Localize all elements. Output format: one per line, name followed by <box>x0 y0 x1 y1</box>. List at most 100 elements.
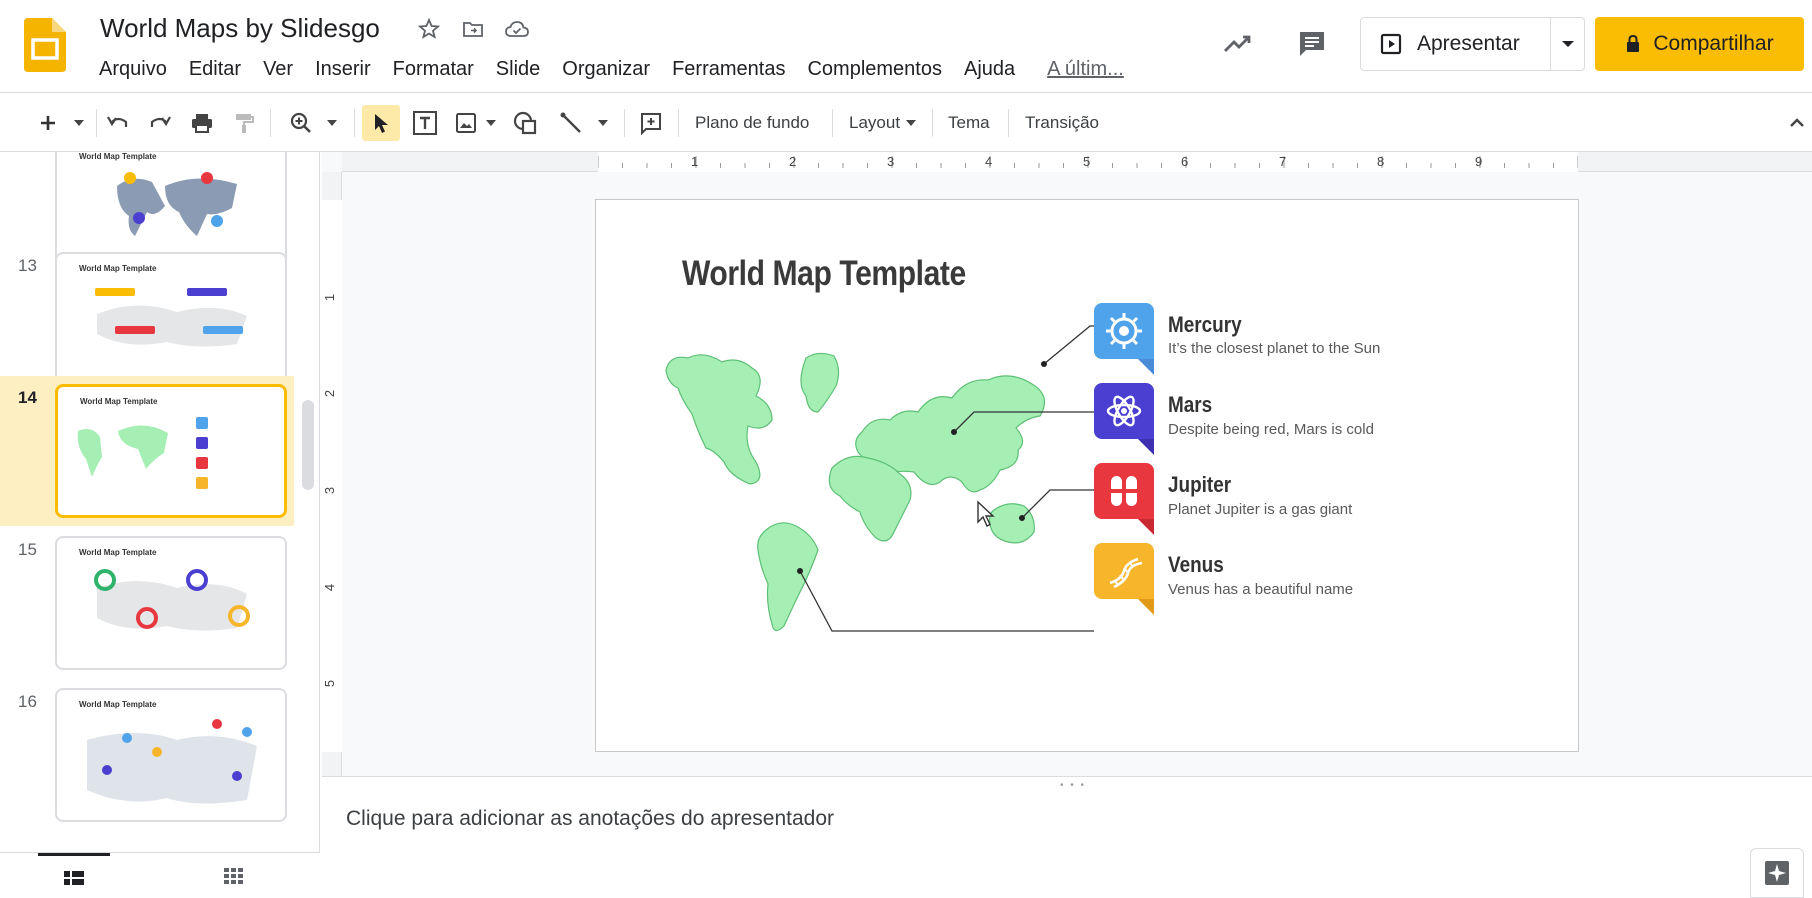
document-title[interactable]: World Maps by Slidesgo <box>100 13 380 44</box>
filmstrip-scrollbar[interactable] <box>302 400 314 490</box>
slides-logo-icon[interactable] <box>24 18 66 72</box>
chevron-down-icon <box>1561 41 1574 47</box>
menu-inserir[interactable]: Inserir <box>304 56 382 82</box>
menu-arquivo[interactable]: Arquivo <box>88 56 178 82</box>
ruler-label: 1 <box>322 293 338 302</box>
speaker-notes-placeholder[interactable]: Clique para adicionar as anotações do ap… <box>346 807 834 831</box>
slide[interactable]: World Map Template Mercury It’s the clos… <box>595 199 1579 752</box>
layout-dropdown[interactable] <box>904 107 918 139</box>
transition-button[interactable]: Transição <box>1025 107 1099 139</box>
ruler-label: 4 <box>322 583 338 592</box>
present-dropdown[interactable] <box>1551 18 1584 70</box>
thumb-world-map-graphic <box>77 417 208 489</box>
undo-button[interactable] <box>104 107 132 139</box>
chevron-up-icon <box>1790 118 1804 127</box>
mouse-pointer-icon <box>977 500 995 527</box>
ruler-label: 2 <box>322 389 338 398</box>
line-dropdown[interactable] <box>594 107 612 139</box>
plus-icon <box>41 116 55 130</box>
menu-complementos[interactable]: Complementos <box>796 56 953 82</box>
move-folder-icon[interactable] <box>460 16 486 42</box>
print-icon <box>192 114 212 133</box>
slide-number: 16 <box>18 692 37 711</box>
text-box-button[interactable] <box>410 107 440 139</box>
menu-ver[interactable]: Ver <box>252 56 304 82</box>
last-edit-link[interactable]: A últim... <box>1036 56 1135 82</box>
planet-name[interactable]: Jupiter <box>1168 472 1231 498</box>
star-icon[interactable] <box>416 16 442 42</box>
slide-thumbnail[interactable]: World Map Template <box>55 536 287 670</box>
explore-button[interactable] <box>1750 848 1804 898</box>
horizontal-ruler-page-area: 1 2 3 4 5 6 7 8 9 <box>598 152 1578 172</box>
present-icon <box>1380 33 1402 55</box>
toolbar-divider <box>832 109 833 137</box>
slide-thumbnail[interactable]: World Map Template <box>55 252 287 386</box>
notes-resize-handle[interactable]: • • • <box>1060 780 1086 791</box>
zoom-button[interactable] <box>286 107 316 139</box>
icon-tails <box>1138 359 1154 615</box>
present-button[interactable]: Apresentar <box>1360 17 1585 71</box>
redo-button[interactable] <box>146 107 174 139</box>
shape-button[interactable] <box>510 107 540 139</box>
add-comment-button[interactable] <box>636 107 666 139</box>
slide-thumbnail-row[interactable]: 13 World Map Template <box>0 244 294 394</box>
filmstrip-view-tab[interactable] <box>38 853 110 898</box>
line-icon <box>560 112 581 133</box>
image-icon <box>456 113 476 133</box>
activity-dashboard-icon[interactable] <box>1220 26 1256 62</box>
image-dropdown[interactable] <box>482 107 500 139</box>
lock-icon <box>1627 34 1640 52</box>
cursor-arrow-icon <box>375 114 388 133</box>
thumb-world-map-graphic <box>95 288 247 347</box>
slide-thumbnail-row[interactable]: 16 World Map Template <box>0 680 294 830</box>
new-slide-dropdown[interactable] <box>68 107 90 139</box>
slide-number: 13 <box>18 256 37 275</box>
cloud-status-icon[interactable] <box>504 16 530 42</box>
paint-roller-icon <box>236 114 254 133</box>
print-button[interactable] <box>188 107 216 139</box>
planet-description[interactable]: Planet Jupiter is a gas giant <box>1168 501 1352 518</box>
speaker-notes-panel[interactable]: Clique para adicionar as anotações do ap… <box>322 776 1812 898</box>
grid-view-tab[interactable] <box>198 853 270 898</box>
ruler-label: 1 <box>691 154 699 169</box>
menu-editar[interactable]: Editar <box>178 56 252 82</box>
slide-thumbnail-row-selected[interactable]: 14 World Map Template <box>0 376 294 526</box>
insert-image-button[interactable] <box>452 107 480 139</box>
ruler-label: 5 <box>322 679 338 688</box>
present-main-button[interactable]: Apresentar <box>1361 18 1551 70</box>
paint-format-button[interactable] <box>230 107 258 139</box>
zoom-dropdown[interactable] <box>322 107 342 139</box>
toolbar-divider <box>96 109 97 137</box>
menu-ferramentas[interactable]: Ferramentas <box>661 56 796 82</box>
planet-description[interactable]: Venus has a beautiful name <box>1168 581 1353 598</box>
planet-description[interactable]: Despite being red, Mars is cold <box>1168 421 1374 438</box>
new-slide-button[interactable] <box>34 107 62 139</box>
planet-name[interactable]: Mars <box>1168 392 1212 418</box>
thumb-dotted-map-graphic <box>87 719 257 804</box>
share-button[interactable]: Compartilhar <box>1595 17 1804 71</box>
menu-slide[interactable]: Slide <box>485 56 551 82</box>
collapse-toolbar-button[interactable] <box>1786 107 1808 139</box>
menu-ajuda[interactable]: Ajuda <box>953 56 1026 82</box>
planet-description[interactable]: It’s the closest planet to the Sun <box>1168 340 1380 357</box>
background-button[interactable]: Plano de fundo <box>695 107 809 139</box>
explore-sparkle-icon <box>1765 861 1789 885</box>
thumb-world-map-graphic <box>94 569 250 631</box>
menu-organizar[interactable]: Organizar <box>551 56 661 82</box>
comments-icon[interactable] <box>1294 26 1330 62</box>
layout-button[interactable]: Layout <box>849 107 900 139</box>
line-button[interactable] <box>556 107 586 139</box>
select-tool-button[interactable] <box>362 105 400 141</box>
slide-thumbnail[interactable]: World Map Template <box>55 688 287 822</box>
slide-thumbnail-row[interactable]: 15 World Map Template <box>0 528 294 678</box>
ruler-label: 2 <box>789 154 797 169</box>
ruler-label: 8 <box>1377 154 1385 169</box>
header: World Maps by Slidesgo Arquivo Editar Ve… <box>0 0 1812 92</box>
shapes-icon <box>513 111 537 135</box>
slide-thumbnail[interactable]: World Map Template <box>55 384 287 518</box>
planet-name[interactable]: Venus <box>1168 552 1224 578</box>
planet-name[interactable]: Mercury <box>1168 312 1242 338</box>
menu-formatar[interactable]: Formatar <box>382 56 485 82</box>
theme-button[interactable]: Tema <box>948 107 990 139</box>
slide-number: 15 <box>18 540 37 559</box>
